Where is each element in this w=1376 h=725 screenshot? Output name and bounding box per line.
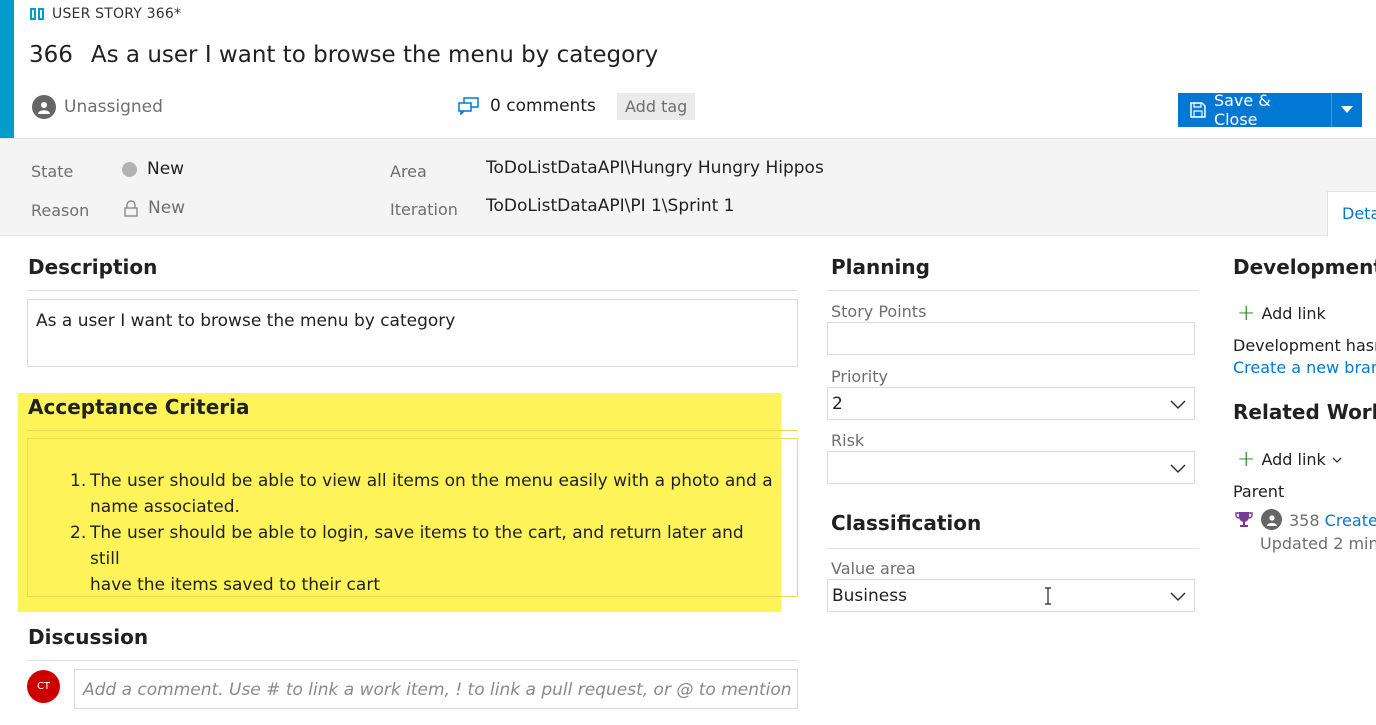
save-close-button[interactable]: Save & Close: [1178, 91, 1333, 129]
priority-value: 2: [832, 394, 843, 414]
reason-value: New: [148, 198, 186, 218]
iteration-label: Iteration: [390, 200, 458, 219]
classification-divider: [827, 548, 1199, 549]
assignee-name: Unassigned: [64, 97, 163, 117]
planning-heading: Planning: [831, 255, 930, 279]
plus-icon: +: [1237, 446, 1256, 472]
classification-heading: Classification: [831, 511, 982, 535]
add-link-label: Add link: [1261, 450, 1326, 469]
chevron-down-icon: [1170, 592, 1186, 602]
chevron-down-icon: [1170, 400, 1186, 410]
book-icon: [30, 8, 44, 20]
header-meta-row: Unassigned 0 comments Add tag Save & Clo…: [32, 91, 1362, 129]
description-text: As a user I want to browse the menu by c…: [36, 311, 456, 331]
save-icon: [1190, 102, 1206, 118]
acceptance-item: 2. The user should be able to login, sav…: [70, 520, 775, 598]
tab-details[interactable]: Details: [1327, 191, 1376, 237]
priority-label: Priority: [831, 367, 888, 386]
risk-select[interactable]: [827, 451, 1195, 484]
title-row: 366 As a user I want to browse the menu …: [29, 42, 658, 68]
value-area-value: Business: [832, 586, 907, 606]
add-link-label: Add link: [1261, 304, 1326, 323]
state-label: State: [31, 162, 74, 181]
value-area-select[interactable]: Business: [827, 579, 1195, 612]
lock-icon: [124, 199, 138, 217]
state-band: State New Reason New Area ToDoListDataAP…: [0, 138, 1376, 237]
save-close-button-group: Save & Close: [1178, 91, 1362, 129]
priority-select[interactable]: 2: [827, 387, 1195, 420]
risk-label: Risk: [831, 431, 865, 450]
chevron-down-icon: [1332, 457, 1342, 463]
save-close-label: Save & Close: [1213, 91, 1271, 129]
state-dot-icon: [122, 161, 137, 177]
area-label: Area: [390, 162, 427, 181]
parent-assignee-avatar-icon: [1261, 509, 1282, 530]
work-item-header: USER STORY 366* 366 As a user I want to …: [0, 0, 1376, 138]
plus-icon: +: [1237, 300, 1256, 326]
create-branch-link[interactable]: Create a new branch: [1233, 358, 1376, 377]
acceptance-item-number: 2.: [70, 523, 87, 543]
acceptance-item-line: The user should be able to login, save i…: [90, 523, 744, 569]
work-item-type-label: USER STORY 366*: [29, 6, 181, 22]
acceptance-item: 1. The user should be able to view all i…: [70, 468, 775, 520]
story-points-label: Story Points: [831, 302, 927, 321]
acceptance-item-number: 1.: [70, 471, 87, 491]
description-divider: [27, 290, 798, 291]
acceptance-item-line: have the items saved to their cart: [90, 575, 380, 595]
story-points-input[interactable]: [827, 322, 1195, 355]
reason-label: Reason: [31, 201, 90, 220]
parent-id: 358: [1289, 511, 1320, 530]
description-editor[interactable]: [27, 299, 798, 367]
comments-count: 0 comments: [490, 96, 596, 116]
development-column: Development + Add link Development hasn'…: [1233, 250, 1376, 570]
description-heading: Description: [28, 255, 158, 279]
discussion-heading: Discussion: [28, 625, 149, 649]
work-item-id: 366: [29, 42, 73, 68]
comments-link[interactable]: 0 comments: [458, 96, 596, 116]
discussion-divider: [27, 660, 798, 661]
state-value: New: [147, 159, 185, 179]
unassigned-avatar-icon: [32, 95, 56, 119]
trophy-icon: [1235, 512, 1253, 527]
development-add-link-button[interactable]: + Add link: [1237, 300, 1326, 326]
parent-label: Parent: [1233, 482, 1285, 501]
planning-divider: [827, 290, 1199, 291]
acceptance-divider: [27, 430, 798, 431]
related-add-link-button[interactable]: + Add link: [1237, 446, 1342, 472]
user-avatar: CT: [27, 670, 60, 703]
reason-picker[interactable]: New: [124, 198, 185, 218]
development-heading: Development: [1233, 255, 1376, 279]
add-tag-button[interactable]: Add tag: [617, 93, 696, 120]
development-empty-text: Development hasn't: [1233, 336, 1376, 355]
area-value[interactable]: ToDoListDataAPI\Hungry Hungry Hippos: [486, 158, 824, 178]
state-picker[interactable]: New: [122, 159, 184, 179]
comments-icon: [458, 97, 479, 115]
text-cursor-icon: [1045, 587, 1051, 605]
chevron-down-icon: [1170, 464, 1186, 474]
acceptance-heading: Acceptance Criteria: [28, 395, 250, 419]
work-item-title[interactable]: As a user I want to browse the menu by c…: [91, 42, 658, 68]
work-item-type-text: USER STORY 366*: [52, 6, 182, 22]
value-area-label: Value area: [831, 559, 916, 578]
parent-work-item-link[interactable]: 358 Create c: [1289, 511, 1376, 530]
comment-input[interactable]: Add a comment. Use # to link a work item…: [74, 669, 798, 709]
related-work-heading: Related Work: [1233, 400, 1376, 424]
acceptance-item-line: The user should be able to view all item…: [90, 471, 773, 491]
parent-title: Create c: [1324, 511, 1376, 530]
save-options-dropdown[interactable]: [1332, 93, 1362, 127]
iteration-value[interactable]: ToDoListDataAPI\PI 1\Sprint 1: [486, 196, 734, 216]
acceptance-list: 1. The user should be able to view all i…: [70, 468, 775, 598]
assignee-picker[interactable]: Unassigned: [32, 95, 163, 119]
parent-updated-text: Updated 2 minu: [1260, 534, 1376, 553]
caret-down-icon: [1341, 106, 1354, 113]
acceptance-item-line: name associated.: [90, 497, 240, 517]
